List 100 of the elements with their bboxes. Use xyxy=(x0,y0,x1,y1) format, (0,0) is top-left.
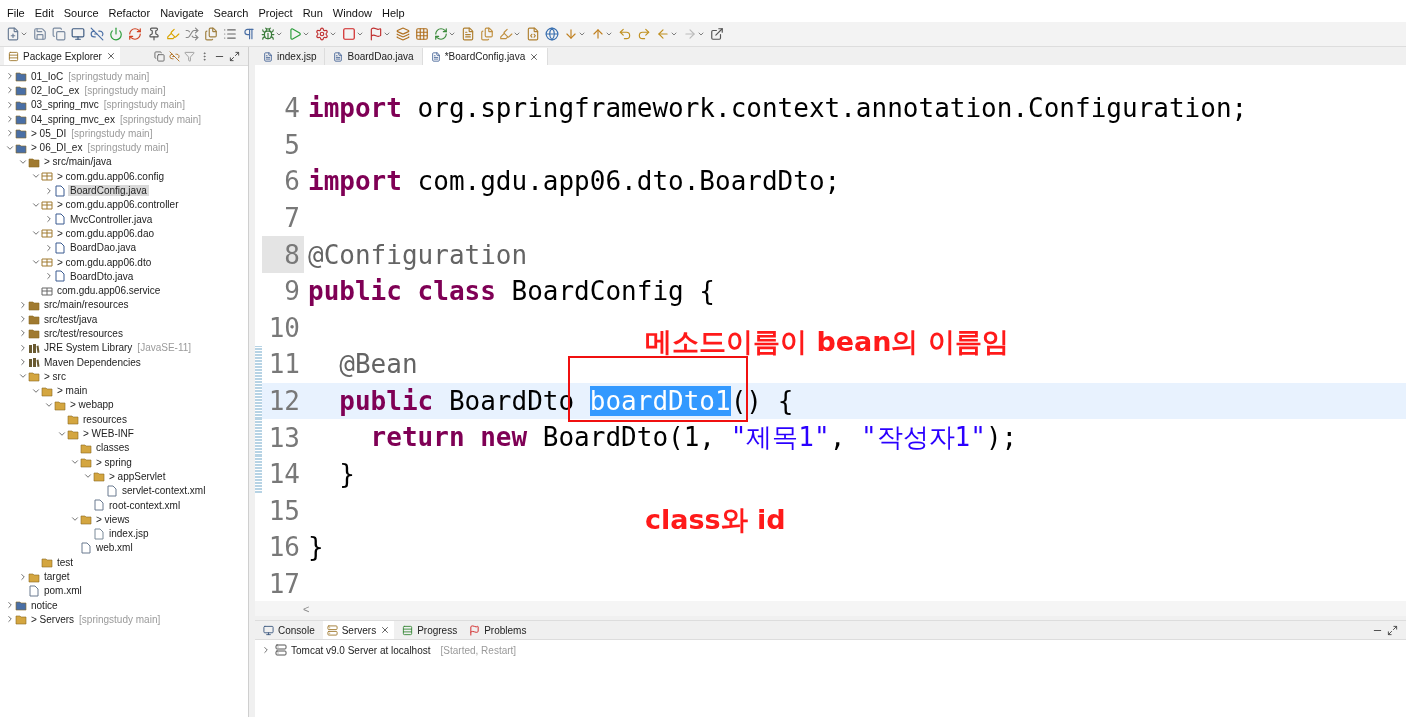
caret-icon[interactable] xyxy=(448,30,456,38)
stop-icon[interactable] xyxy=(342,27,356,41)
tree-item[interactable]: > main xyxy=(55,385,90,397)
caret-icon[interactable] xyxy=(513,30,521,38)
editor-tab[interactable]: BoardDao.java xyxy=(325,48,423,65)
globe-icon[interactable] xyxy=(545,27,559,41)
tree-item[interactable]: > webapp xyxy=(68,399,116,411)
refresh-icon[interactable] xyxy=(128,27,142,41)
layers-icon[interactable] xyxy=(396,27,410,41)
tree-item[interactable]: 03_spring_mvc xyxy=(29,99,101,111)
tree-item[interactable]: > appServlet xyxy=(107,470,168,482)
open-window-icon[interactable] xyxy=(710,27,724,41)
tree-item[interactable]: > src/main/java xyxy=(42,156,114,168)
highlighter-icon[interactable] xyxy=(166,27,180,41)
tree-item[interactable]: > WEB-INF xyxy=(81,428,136,440)
close-icon[interactable] xyxy=(529,51,540,62)
tree-item[interactable]: pom.xml xyxy=(42,585,84,597)
close-icon[interactable] xyxy=(380,625,391,635)
tree-item[interactable]: > com.gdu.app06.dto xyxy=(55,256,154,268)
pen-icon[interactable] xyxy=(499,27,513,41)
panel-tab[interactable]: Console xyxy=(259,621,319,639)
caret-icon[interactable] xyxy=(275,30,283,38)
debug-icon[interactable] xyxy=(261,27,275,41)
tree-item[interactable]: classes xyxy=(94,442,132,454)
tree-item[interactable]: MvcController.java xyxy=(68,213,155,225)
caret-icon[interactable] xyxy=(383,30,391,38)
tree-item[interactable]: JRE System Library xyxy=(42,342,135,354)
tree-item[interactable]: src/test/resources xyxy=(42,328,125,339)
file-code-icon[interactable] xyxy=(526,27,540,41)
tree-item[interactable]: Maven Dependencies xyxy=(42,356,143,368)
menu-item[interactable]: File xyxy=(2,7,30,19)
list-icon[interactable] xyxy=(223,27,237,41)
tree-item[interactable]: src/test/java xyxy=(42,313,100,325)
caret-icon[interactable] xyxy=(356,30,364,38)
tree-item[interactable]: 04_spring_mvc_ex xyxy=(29,113,117,125)
caret-icon[interactable] xyxy=(605,30,613,38)
open-file-icon[interactable] xyxy=(461,27,475,41)
tree-item[interactable]: resources xyxy=(81,413,129,425)
scroll-left-arrow[interactable]: < xyxy=(303,602,310,615)
tree-item[interactable]: > 06_DI_ex xyxy=(29,142,85,154)
tree-item[interactable]: target xyxy=(42,571,72,583)
tree-item[interactable]: > src xyxy=(42,370,68,382)
menu-item[interactable]: Refactor xyxy=(103,7,156,19)
tree-item[interactable]: > com.gdu.app06.dao xyxy=(55,227,157,239)
tree-item[interactable]: BoardDto.java xyxy=(68,270,136,282)
collapse-all-icon[interactable] xyxy=(154,50,165,62)
tree-item[interactable]: > spring xyxy=(94,456,134,468)
tree-item[interactable]: index.jsp xyxy=(107,528,151,540)
tree-item[interactable]: 02_IoC_ex xyxy=(29,84,82,96)
new-file-icon[interactable] xyxy=(6,27,20,41)
caret-icon[interactable] xyxy=(329,30,337,38)
menu-item[interactable]: Project xyxy=(253,7,298,19)
menu-item[interactable]: Navigate xyxy=(155,7,209,19)
caret-icon[interactable] xyxy=(670,30,678,38)
link-icon[interactable] xyxy=(169,50,180,62)
power-icon[interactable] xyxy=(109,27,123,41)
pin-icon[interactable] xyxy=(147,27,161,41)
caret-icon[interactable] xyxy=(578,30,586,38)
tree-item[interactable]: BoardConfig.java xyxy=(68,185,149,196)
flag-icon[interactable] xyxy=(369,27,383,41)
panel-tab[interactable]: Problems xyxy=(465,621,531,639)
run-icon[interactable] xyxy=(288,27,302,41)
terminal-icon[interactable] xyxy=(71,27,85,41)
menu-item[interactable]: Window xyxy=(327,7,377,19)
tree-item[interactable]: > com.gdu.app06.config xyxy=(55,170,167,182)
menu-item[interactable]: Help xyxy=(377,7,410,19)
panel-tab[interactable]: Progress xyxy=(398,621,462,639)
caret-icon[interactable] xyxy=(697,30,705,38)
tree-item[interactable]: src/main/resources xyxy=(42,299,131,311)
close-icon[interactable] xyxy=(105,51,116,61)
panel-tab[interactable]: Servers xyxy=(322,621,395,639)
menu-item[interactable]: Run xyxy=(297,7,328,19)
tree-item[interactable]: > Servers xyxy=(29,613,77,625)
pilcrow-icon[interactable] xyxy=(242,27,256,41)
tree-item[interactable]: web.xml xyxy=(94,542,135,554)
redo-icon[interactable] xyxy=(637,27,651,41)
tree-item[interactable]: > 05_DI xyxy=(29,127,69,139)
editor-tab[interactable]: *BoardConfig.java xyxy=(422,48,549,65)
grid-icon[interactable] xyxy=(415,27,429,41)
tree-item[interactable]: root-context.xml xyxy=(107,499,183,511)
tree-item[interactable]: com.gdu.app06.service xyxy=(55,285,163,297)
editor-tab[interactable]: index.jsp xyxy=(255,48,326,65)
menu-item[interactable]: Search xyxy=(208,7,254,19)
tree-item[interactable]: > com.gdu.app06.controller xyxy=(55,199,181,211)
tree-item[interactable]: notice xyxy=(29,599,60,611)
filter-icon[interactable] xyxy=(184,50,195,62)
back-icon[interactable] xyxy=(656,27,670,41)
sync-icon[interactable] xyxy=(434,27,448,41)
save-icon[interactable] xyxy=(33,27,47,41)
maximize-icon[interactable] xyxy=(1387,624,1398,636)
files-icon[interactable] xyxy=(204,27,218,41)
tree-item[interactable]: BoardDao.java xyxy=(68,242,139,254)
caret-icon[interactable] xyxy=(20,30,28,38)
panel-tab[interactable]: Package Explorer xyxy=(4,47,120,65)
tree-item[interactable]: > views xyxy=(94,513,132,525)
caret-icon[interactable] xyxy=(302,30,310,38)
menu-item[interactable]: Edit xyxy=(29,7,59,19)
server-name[interactable]: Tomcat v9.0 Server at localhost xyxy=(291,644,431,656)
tree-item[interactable]: test xyxy=(55,556,76,568)
menu-item[interactable]: Source xyxy=(58,7,104,19)
